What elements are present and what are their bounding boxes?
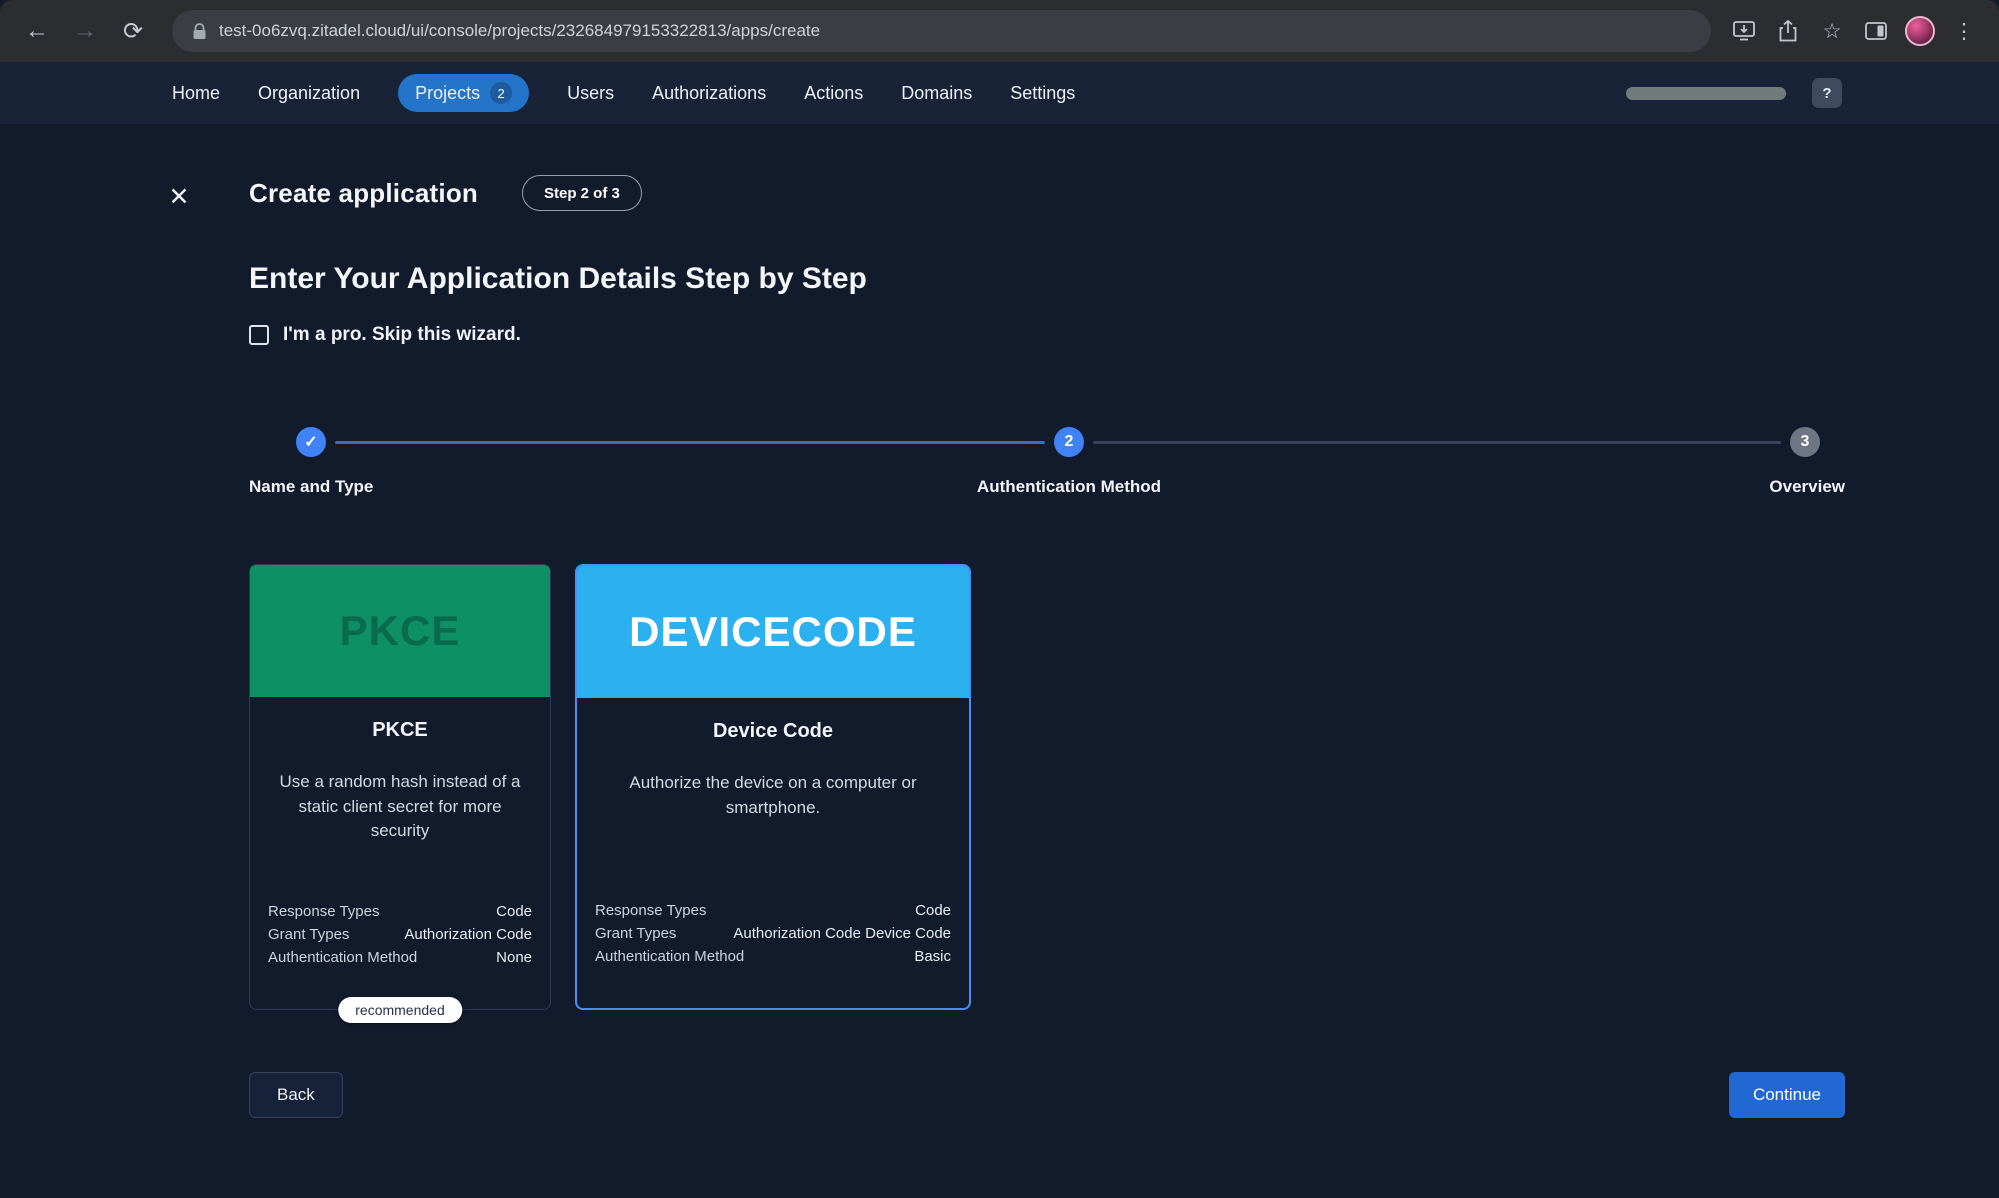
detail-value: Authorization Code [404,923,532,946]
detail-row: Grant Types Authorization Code [268,923,532,946]
auth-method-cards: PKCE PKCE Use a random hash instead of a… [249,564,971,1010]
check-icon: ✓ [304,432,317,452]
back-button[interactable]: Back [249,1072,343,1118]
detail-label: Authentication Method [268,946,417,969]
pkce-card-details: Response Types Code Grant Types Authoriz… [268,900,532,969]
step-3-label: Overview [1769,477,1845,497]
bookmark-star-icon[interactable]: ☆ [1817,16,1847,46]
detail-value: Basic [914,945,951,968]
loading-skeleton [1626,87,1786,100]
detail-label: Grant Types [595,922,676,945]
profile-avatar[interactable] [1905,16,1935,46]
help-button[interactable]: ? [1812,78,1842,108]
nav-item-home[interactable]: Home [172,83,220,104]
close-icon[interactable]: ✕ [162,180,196,214]
auth-method-card-pkce[interactable]: PKCE PKCE Use a random hash instead of a… [249,564,551,1010]
share-icon[interactable] [1773,16,1803,46]
pkce-banner-text: PKCE [340,607,461,655]
nav-item-actions[interactable]: Actions [804,83,863,104]
browser-chrome: ← → ⟳ test-0o6zvq.zitadel.cloud/ui/conso… [0,0,1999,62]
devicecode-banner: DEVICECODE [577,566,969,698]
create-application-page: ✕ Create application Step 2 of 3 Enter Y… [0,124,1999,1198]
auth-method-card-devicecode[interactable]: DEVICECODE Device Code Authorize the dev… [575,564,971,1010]
devicecode-card-details: Response Types Code Grant Types Authoriz… [595,899,951,968]
devicecode-banner-text: DEVICECODE [629,608,917,656]
title-row: Create application Step 2 of 3 [249,172,642,214]
lock-icon [192,23,207,40]
detail-row: Grant Types Authorization Code Device Co… [595,922,951,945]
step-1-done-icon: ✓ [296,427,326,457]
skip-wizard-label: I'm a pro. Skip this wizard. [283,324,521,346]
split-view-icon[interactable] [1861,16,1891,46]
detail-value: Code [496,900,532,923]
stepper-line-inactive [1093,441,1781,444]
step-1-label: Name and Type [249,477,373,497]
stepper: ✓ 2 3 Name and Type Authentication Metho… [249,420,1845,530]
detail-label: Response Types [595,899,706,922]
pkce-card-body: PKCE Use a random hash instead of a stat… [250,697,550,1009]
wizard-heading: Enter Your Application Details Step by S… [249,262,867,296]
detail-row: Response Types Code [595,899,951,922]
step-3-circle: 3 [1790,427,1820,457]
nav-item-projects-label: Projects [415,83,480,104]
nav-item-projects[interactable]: Projects 2 [398,74,529,112]
console-navbar: Home Organization Projects 2 Users Autho… [0,62,1999,124]
recommended-badge: recommended [338,997,462,1023]
nav-item-settings[interactable]: Settings [1010,83,1075,104]
nav-items: Home Organization Projects 2 Users Autho… [172,74,1626,112]
detail-value: Authorization Code Device Code [733,922,951,945]
forward-icon[interactable]: → [64,10,106,52]
nav-right: ? [1626,78,1842,108]
projects-count-badge: 2 [490,82,512,104]
reload-icon[interactable]: ⟳ [112,10,154,52]
detail-value: Code [915,899,951,922]
step-2-circle: 2 [1054,427,1084,457]
back-icon[interactable]: ← [16,10,58,52]
nav-item-authorizations[interactable]: Authorizations [652,83,766,104]
nav-item-domains[interactable]: Domains [901,83,972,104]
browser-actions: ☆ ⋮ [1729,16,1983,46]
detail-label: Authentication Method [595,945,744,968]
step-indicator-badge: Step 2 of 3 [522,175,642,211]
detail-row: Authentication Method Basic [595,945,951,968]
detail-label: Response Types [268,900,379,923]
url-bar[interactable]: test-0o6zvq.zitadel.cloud/ui/console/pro… [172,10,1711,52]
devicecode-card-title: Device Code [595,720,951,743]
step-2-label: Authentication Method [977,477,1161,497]
detail-label: Grant Types [268,923,349,946]
pkce-card-title: PKCE [268,719,532,742]
detail-row: Response Types Code [268,900,532,923]
nav-item-organization[interactable]: Organization [258,83,360,104]
continue-button[interactable]: Continue [1729,1072,1845,1118]
pkce-banner: PKCE [250,565,550,697]
pkce-card-description: Use a random hash instead of a static cl… [268,770,532,844]
skip-wizard-checkbox[interactable] [249,325,269,345]
skip-wizard-row[interactable]: I'm a pro. Skip this wizard. [249,324,521,346]
url-text: test-0o6zvq.zitadel.cloud/ui/console/pro… [219,21,820,41]
devicecode-card-description: Authorize the device on a computer or sm… [595,771,951,820]
devicecode-card-body: Device Code Authorize the device on a co… [577,698,969,1008]
page-title: Create application [249,178,478,209]
stepper-line-active [335,441,1045,444]
nav-item-users[interactable]: Users [567,83,614,104]
browser-menu-icon[interactable]: ⋮ [1949,16,1979,46]
detail-value: None [496,946,532,969]
detail-row: Authentication Method None [268,946,532,969]
install-app-icon[interactable] [1729,16,1759,46]
